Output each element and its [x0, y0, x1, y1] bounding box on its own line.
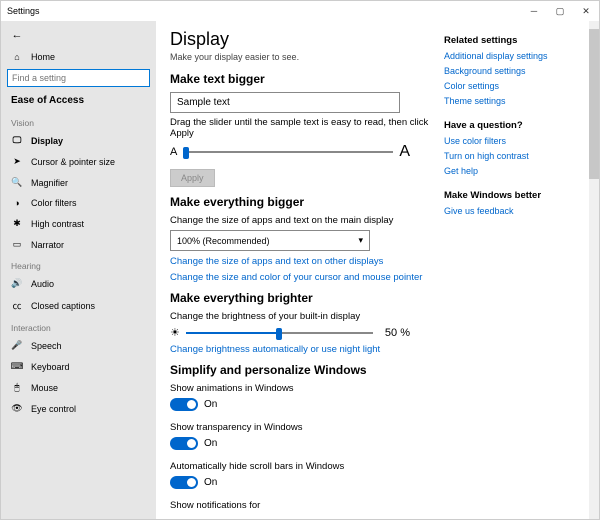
nav-eye[interactable]: 👁Eye control [1, 398, 156, 419]
home-icon: ⌂ [11, 52, 23, 62]
captions-icon: ㏄ [11, 299, 23, 312]
link-color[interactable]: Color settings [444, 81, 585, 91]
main-content: Display Make your display easier to see.… [170, 29, 440, 511]
page-subtitle: Make your display easier to see. [170, 52, 430, 62]
nav-audio[interactable]: 🔊Audio [1, 273, 156, 294]
apply-button[interactable]: Apply [170, 169, 215, 187]
related-title: Related settings [444, 35, 585, 46]
link-additional-display[interactable]: Additional display settings [444, 51, 585, 61]
brightness-label: Change the brightness of your built-in d… [170, 311, 430, 322]
link-theme[interactable]: Theme settings [444, 96, 585, 106]
chevron-down-icon: ▾ [358, 235, 363, 246]
speech-icon: 🎤 [11, 340, 23, 351]
contrast-icon: ✱ [11, 218, 23, 229]
right-panel: Related settings Additional display sett… [440, 29, 585, 511]
magnifier-icon: 🔍 [11, 177, 23, 188]
back-button[interactable]: ← [9, 27, 25, 43]
narrator-icon: ▭ [11, 239, 23, 250]
subheader-interaction: Interaction [1, 317, 156, 335]
toggle-trans-label: Show transparency in Windows [170, 422, 430, 433]
scale-select[interactable]: 100% (Recommended) ▾ [170, 230, 370, 251]
nav-narrator[interactable]: ▭Narrator [1, 234, 156, 255]
a-big-icon: A [399, 143, 410, 161]
audio-icon: 🔊 [11, 278, 23, 289]
link-other-displays[interactable]: Change the size of apps and text on othe… [170, 256, 430, 267]
keyboard-icon: ⌨ [11, 361, 23, 372]
brightness-slider[interactable]: ☀ 50 % [170, 326, 410, 339]
window-title: Settings [7, 6, 40, 16]
scrollbar-thumb[interactable] [589, 29, 599, 179]
section-text-bigger: Make text bigger [170, 72, 430, 86]
toggle-animations[interactable]: On [170, 398, 217, 411]
toggle-anim-label: Show animations in Windows [170, 383, 430, 394]
group-title: Ease of Access [1, 93, 156, 112]
scale-label: Change the size of apps and text on the … [170, 215, 430, 226]
toggle-scrollbars[interactable]: On [170, 476, 217, 489]
drag-hint: Drag the slider until the sample text is… [170, 117, 430, 139]
display-icon: 🖵 [11, 135, 23, 146]
sun-icon: ☀ [170, 326, 180, 339]
nav-keyboard[interactable]: ⌨Keyboard [1, 356, 156, 377]
subheader-hearing: Hearing [1, 255, 156, 273]
color-filter-icon: ◑ [11, 198, 23, 208]
sample-text-input[interactable] [170, 92, 400, 113]
link-night-light[interactable]: Change brightness automatically or use n… [170, 344, 430, 355]
link-cursor-size[interactable]: Change the size and color of your cursor… [170, 272, 430, 283]
close-button[interactable]: ✕ [573, 1, 599, 21]
link-high-contrast[interactable]: Turn on high contrast [444, 151, 585, 161]
nav-speech[interactable]: 🎤Speech [1, 335, 156, 356]
link-get-help[interactable]: Get help [444, 166, 585, 176]
nav-home-label: Home [31, 52, 55, 62]
nav-cursor[interactable]: ➤Cursor & pointer size [1, 151, 156, 172]
section-simplify: Simplify and personalize Windows [170, 363, 430, 377]
subheader-vision: Vision [1, 112, 156, 130]
slider-thumb[interactable] [183, 147, 189, 159]
section-everything-bigger: Make everything bigger [170, 195, 430, 209]
titlebar: Settings ─ ▢ ✕ [1, 1, 599, 21]
eye-icon: 👁 [11, 403, 23, 414]
a-small-icon: A [170, 146, 177, 158]
nav-home[interactable]: ⌂ Home [1, 47, 156, 67]
cursor-icon: ➤ [11, 156, 23, 167]
question-title: Have a question? [444, 120, 585, 131]
link-feedback[interactable]: Give us feedback [444, 206, 585, 216]
nav-high-contrast[interactable]: ✱High contrast [1, 213, 156, 234]
link-background[interactable]: Background settings [444, 66, 585, 76]
scrollbar[interactable] [589, 21, 599, 519]
nav-captions[interactable]: ㏄Closed captions [1, 294, 156, 317]
minimize-button[interactable]: ─ [521, 1, 547, 21]
link-use-color-filters[interactable]: Use color filters [444, 136, 585, 146]
maximize-button[interactable]: ▢ [547, 1, 573, 21]
brightness-thumb[interactable] [276, 328, 282, 340]
page-title: Display [170, 29, 430, 50]
nav-mouse[interactable]: 🖱Mouse [1, 377, 156, 398]
toggle-transparency[interactable]: On [170, 437, 217, 450]
toggle-notif-label: Show notifications for [170, 500, 430, 511]
section-brighter: Make everything brighter [170, 291, 430, 305]
sidebar: ← ⌂ Home Ease of Access Vision 🖵Display … [1, 21, 156, 519]
nav-magnifier[interactable]: 🔍Magnifier [1, 172, 156, 193]
mouse-icon: 🖱 [11, 382, 23, 393]
search-input[interactable] [7, 69, 150, 87]
window-controls: ─ ▢ ✕ [521, 1, 599, 21]
nav-color-filters[interactable]: ◑Color filters [1, 193, 156, 213]
nav-display[interactable]: 🖵Display [1, 130, 156, 151]
text-size-slider[interactable]: A A [170, 143, 410, 161]
brightness-value: 50 % [385, 327, 410, 339]
better-title: Make Windows better [444, 190, 585, 201]
toggle-scroll-label: Automatically hide scroll bars in Window… [170, 461, 430, 472]
